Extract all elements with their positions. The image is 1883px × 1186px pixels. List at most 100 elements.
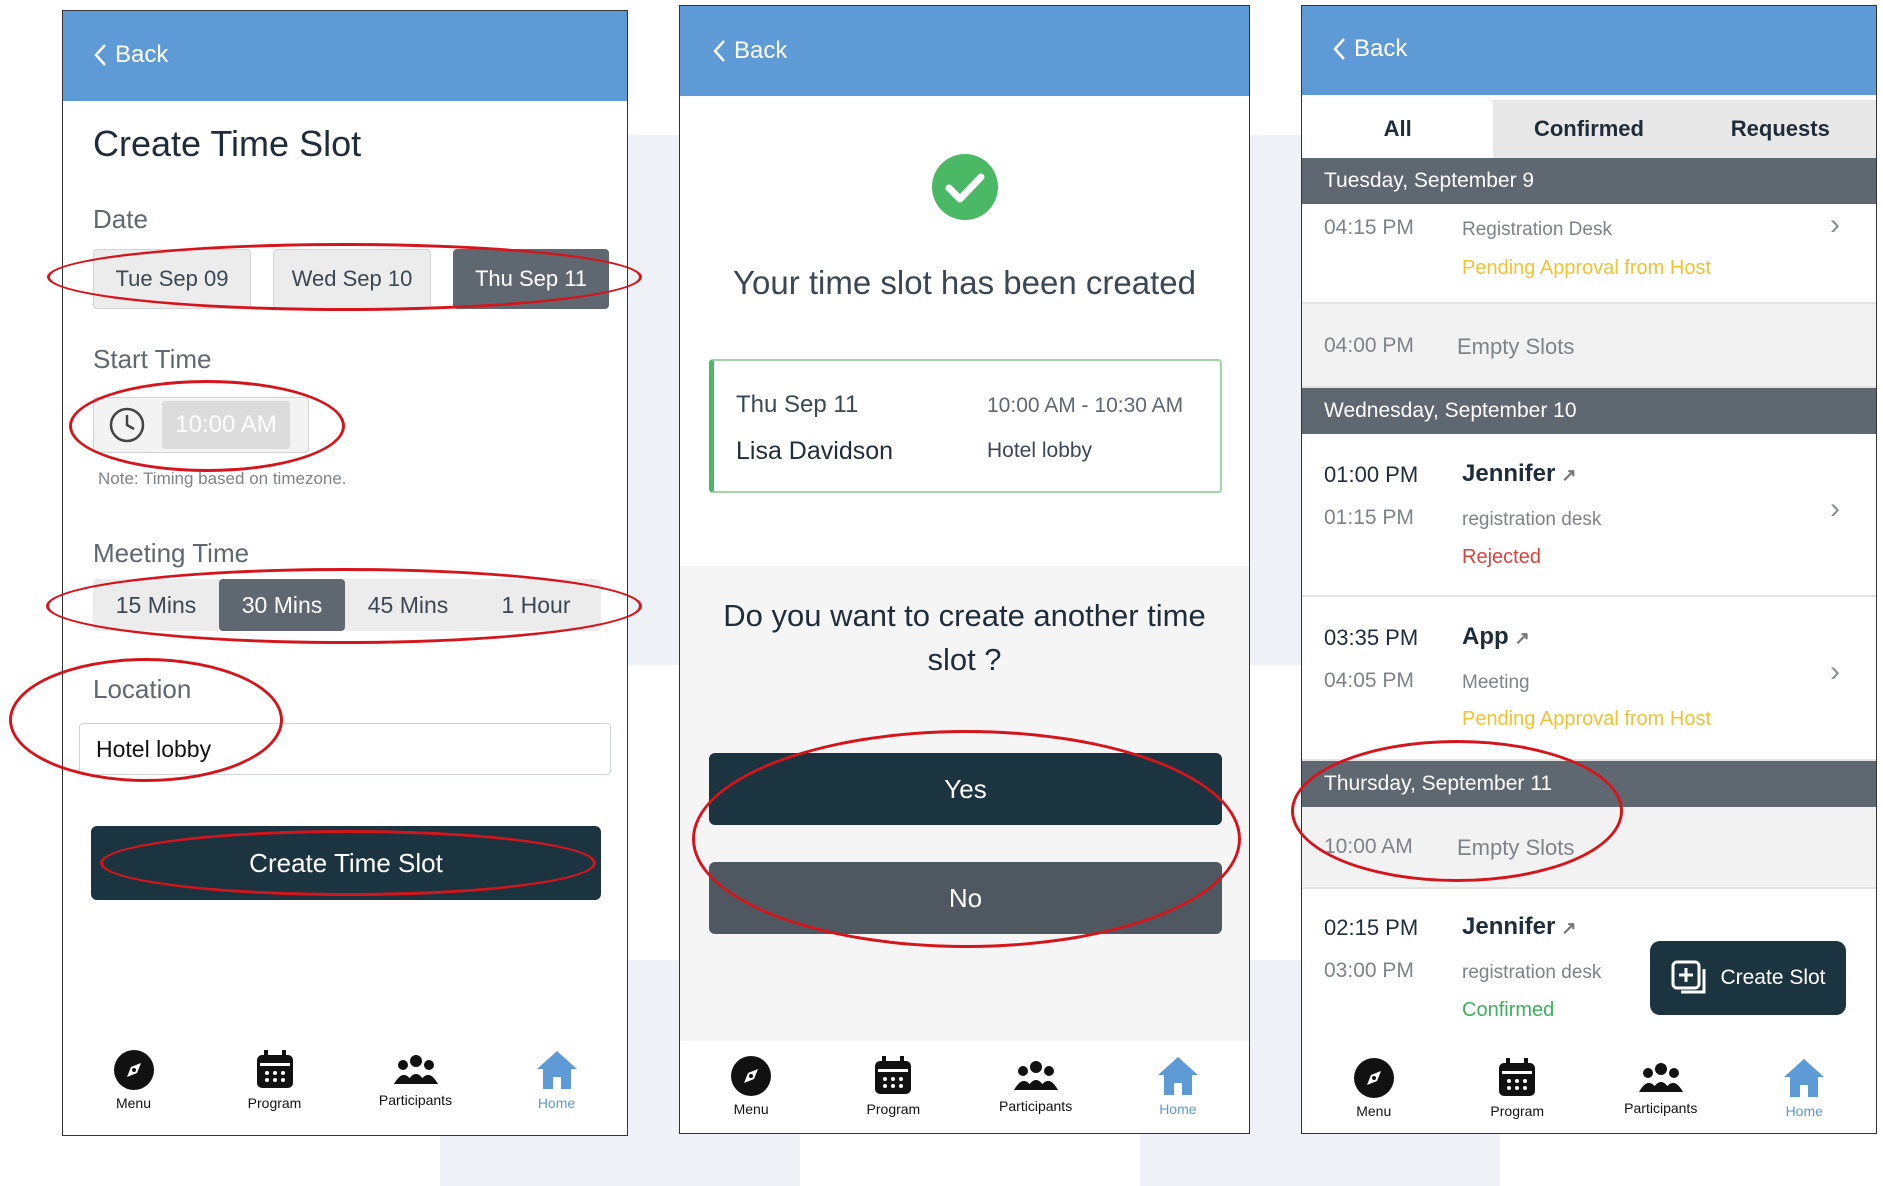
external-link-icon: ↗ bbox=[1514, 628, 1530, 648]
slot-location: Registration Desk bbox=[1462, 219, 1612, 240]
location-input[interactable]: Hotel lobby bbox=[79, 723, 611, 775]
nav-home[interactable]: Home bbox=[497, 1049, 617, 1111]
calendar-icon bbox=[256, 1050, 293, 1088]
back-button[interactable]: Back bbox=[712, 37, 787, 65]
date-chip-tue[interactable]: Tue Sep 09 bbox=[93, 249, 251, 309]
nav-label: Program bbox=[1490, 1103, 1545, 1119]
nav-label: Home bbox=[537, 1095, 576, 1111]
date-label: Date bbox=[93, 204, 148, 234]
yes-button[interactable]: Yes bbox=[709, 753, 1222, 825]
tab-all[interactable]: All bbox=[1302, 100, 1494, 158]
meeting-time-label: Meeting Time bbox=[93, 538, 250, 568]
nav-home[interactable]: Home bbox=[1118, 1055, 1238, 1117]
filter-tabs: All Confirmed Requests bbox=[1302, 100, 1876, 158]
back-label: Back bbox=[115, 41, 169, 68]
nav-menu[interactable]: Menu bbox=[74, 1049, 194, 1111]
duration-30-mins[interactable]: 30 Mins bbox=[219, 579, 345, 631]
tab-confirmed[interactable]: Confirmed bbox=[1493, 100, 1684, 158]
day-header-thursday: Thursday, September 11 bbox=[1302, 761, 1876, 807]
nav-menu[interactable]: Menu bbox=[1314, 1057, 1434, 1119]
back-button[interactable]: Back bbox=[1332, 35, 1407, 63]
tab-requests[interactable]: Requests bbox=[1685, 100, 1876, 158]
location-label: Location bbox=[93, 674, 192, 704]
card-date: Thu Sep 11 bbox=[736, 391, 859, 418]
list-item[interactable]: 01:00 PM 01:15 PM Jennifer ↗ registration… bbox=[1302, 434, 1876, 597]
duration-15-mins[interactable]: 15 Mins bbox=[93, 579, 219, 631]
home-icon bbox=[1157, 1056, 1198, 1095]
external-link-icon: ↗ bbox=[1561, 918, 1577, 938]
nav-program[interactable]: Program bbox=[833, 1055, 953, 1117]
bottom-nav: Menu Program Participants Home bbox=[680, 1038, 1249, 1133]
nav-home[interactable]: Home bbox=[1744, 1057, 1864, 1119]
slot-summary-card: Thu Sep 11 10:00 AM - 10:30 AM Lisa Davi… bbox=[709, 359, 1222, 493]
chevron-right-icon: › bbox=[1830, 208, 1840, 241]
slot-end-time: 01:15 PM bbox=[1324, 506, 1414, 529]
slot-location: registration desk bbox=[1462, 962, 1602, 983]
nav-menu[interactable]: Menu bbox=[691, 1055, 811, 1117]
nav-participants[interactable]: Participants bbox=[1601, 1060, 1721, 1116]
status-badge: Pending Approval from Host bbox=[1462, 257, 1712, 279]
status-badge: Rejected bbox=[1462, 546, 1541, 568]
slot-location: registration desk bbox=[1462, 509, 1602, 530]
duration-selector: 15 Mins 30 Mins 45 Mins 1 Hour bbox=[93, 579, 601, 631]
nav-label: Program bbox=[866, 1100, 921, 1117]
nav-participants[interactable]: Participants bbox=[976, 1058, 1096, 1114]
chevron-left-icon bbox=[713, 40, 725, 62]
empty-slots-label: Empty Slots bbox=[1457, 334, 1575, 359]
chevron-right-icon: › bbox=[1830, 655, 1840, 688]
success-message: Your time slot has been created bbox=[733, 264, 1196, 301]
slot-created-screen: Back Your time slot has been created Thu… bbox=[679, 5, 1250, 1134]
chevron-left-icon bbox=[1333, 38, 1345, 60]
no-button[interactable]: No bbox=[709, 862, 1222, 934]
participant-name: Jennifer ↗ bbox=[1462, 460, 1577, 487]
timezone-note: Note: Timing based on timezone. bbox=[98, 469, 347, 488]
compass-icon bbox=[731, 1055, 772, 1096]
slot-time: 04:15 PM bbox=[1324, 216, 1414, 239]
participant-name: App ↗ bbox=[1462, 623, 1530, 650]
back-label: Back bbox=[1354, 35, 1408, 62]
duration-1-hour[interactable]: 1 Hour bbox=[471, 579, 601, 631]
create-slot-button[interactable]: Create Slot bbox=[1650, 941, 1846, 1015]
another-slot-question: Do you want to create another time slot … bbox=[723, 598, 1206, 677]
back-button[interactable]: Back bbox=[93, 41, 168, 69]
date-chip-wed[interactable]: Wed Sep 10 bbox=[273, 249, 431, 309]
schedule-screen: Back All Confirmed Requests Tuesday, Sep… bbox=[1301, 5, 1877, 1134]
nav-participants[interactable]: Participants bbox=[356, 1052, 476, 1108]
card-person: Lisa Davidson bbox=[736, 437, 894, 465]
nav-label: Program bbox=[247, 1095, 302, 1111]
slot-end-time: 03:00 PM bbox=[1324, 959, 1414, 982]
nav-label: Participants bbox=[378, 1092, 453, 1108]
home-icon bbox=[1784, 1059, 1825, 1097]
slot-start-time: 02:15 PM bbox=[1324, 915, 1419, 940]
compass-icon bbox=[113, 1050, 154, 1090]
day-header-wednesday: Wednesday, September 10 bbox=[1302, 388, 1876, 434]
empty-slot-row[interactable]: 04:00 PM Empty Slots bbox=[1302, 304, 1876, 388]
nav-label: Home bbox=[1159, 1100, 1197, 1117]
header-bar: Back bbox=[680, 6, 1249, 96]
empty-slots-label: Empty Slots bbox=[1457, 835, 1575, 860]
participant-name: Jennifer ↗ bbox=[1462, 913, 1577, 940]
add-calendar-icon bbox=[1671, 960, 1706, 994]
page-title: Create Time Slot bbox=[93, 123, 362, 164]
list-item[interactable]: 04:15 PM Registration Desk Pending Appro… bbox=[1302, 204, 1876, 304]
duration-45-mins[interactable]: 45 Mins bbox=[345, 579, 471, 631]
date-chip-thu[interactable]: Thu Sep 11 bbox=[453, 249, 609, 309]
people-icon bbox=[393, 1055, 438, 1084]
list-item[interactable]: 03:35 PM 04:05 PM App ↗ Meeting Pending A… bbox=[1302, 597, 1876, 761]
nav-program[interactable]: Program bbox=[1457, 1057, 1577, 1119]
nav-program[interactable]: Program bbox=[215, 1049, 335, 1111]
nav-label: Participants bbox=[1624, 1100, 1698, 1116]
slot-time: 04:00 PM bbox=[1324, 334, 1414, 357]
chevron-left-icon bbox=[94, 44, 106, 66]
nav-label: Home bbox=[1785, 1103, 1823, 1119]
card-location: Hotel lobby bbox=[987, 439, 1093, 462]
nav-label: Participants bbox=[999, 1097, 1073, 1114]
calendar-icon bbox=[1499, 1058, 1536, 1096]
start-time-picker[interactable]: 10:00 AM bbox=[93, 397, 309, 453]
create-time-slot-button[interactable]: Create Time Slot bbox=[91, 826, 601, 900]
empty-slot-row[interactable]: 10:00 AM Empty Slots bbox=[1302, 807, 1876, 889]
nav-label: Menu bbox=[733, 1100, 769, 1117]
status-badge: Confirmed bbox=[1462, 999, 1555, 1021]
start-time-value[interactable]: 10:00 AM bbox=[162, 401, 290, 449]
chevron-right-icon: › bbox=[1830, 492, 1840, 525]
